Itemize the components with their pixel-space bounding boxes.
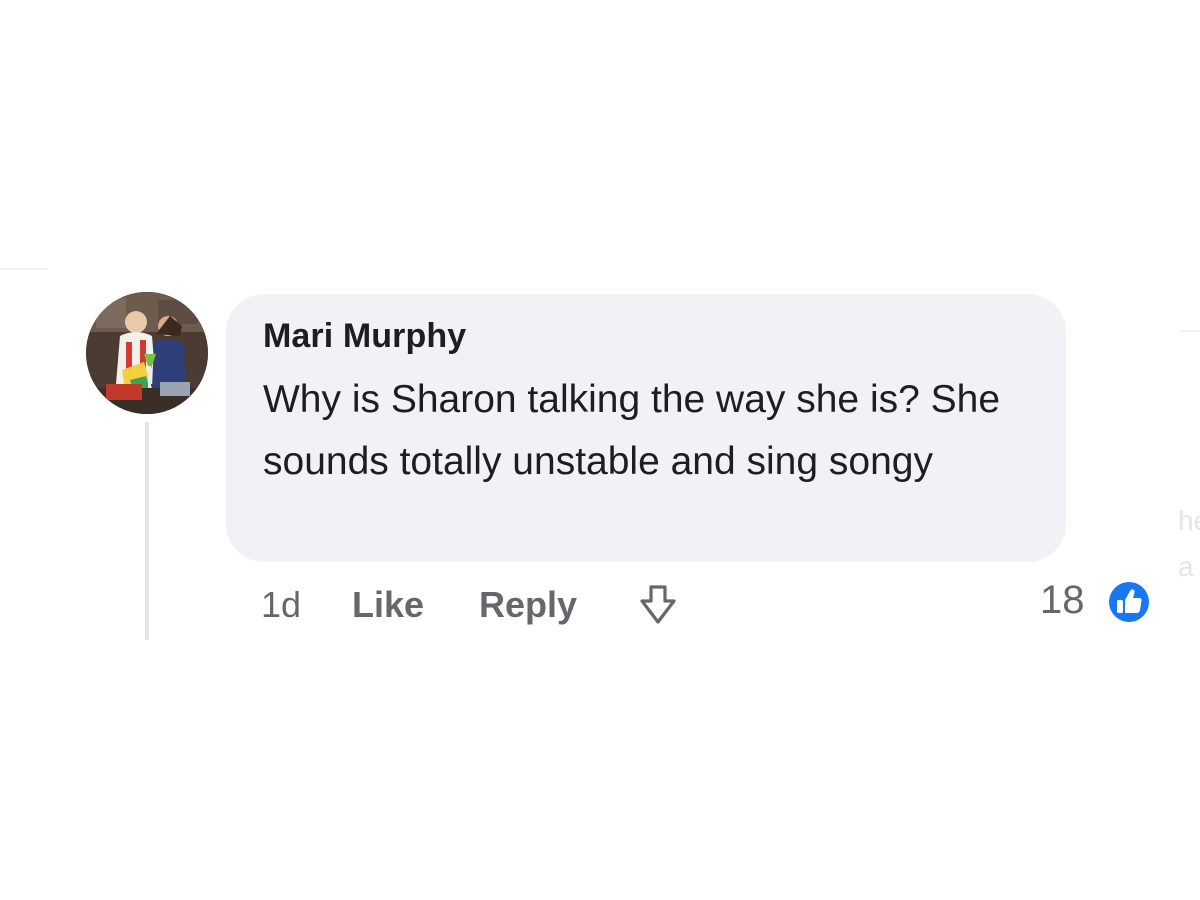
cropped-text-fragment: a [1178, 552, 1194, 582]
comment-text: Why is Sharon talking the way she is? Sh… [263, 378, 1001, 483]
avatar[interactable] [86, 292, 208, 414]
like-reaction-icon[interactable] [1103, 576, 1155, 628]
comment-bubble: Mari Murphy Why is Sharon talking the wa… [226, 294, 1066, 562]
thread-line [145, 422, 149, 640]
divider [0, 268, 48, 270]
like-button[interactable]: Like [352, 582, 424, 628]
comment-thread-view: he a Mari [0, 0, 1200, 900]
comment-author-name[interactable]: Mari Murphy [263, 316, 1030, 356]
reaction-count[interactable]: 18 [1040, 577, 1085, 623]
reply-button[interactable]: Reply [479, 582, 577, 628]
divider [1180, 330, 1200, 332]
comment-timestamp[interactable]: 1d [261, 582, 301, 628]
share-arrow-icon[interactable] [634, 583, 682, 627]
cropped-text-fragment: he [1178, 506, 1200, 536]
avatar-photo [86, 292, 208, 414]
